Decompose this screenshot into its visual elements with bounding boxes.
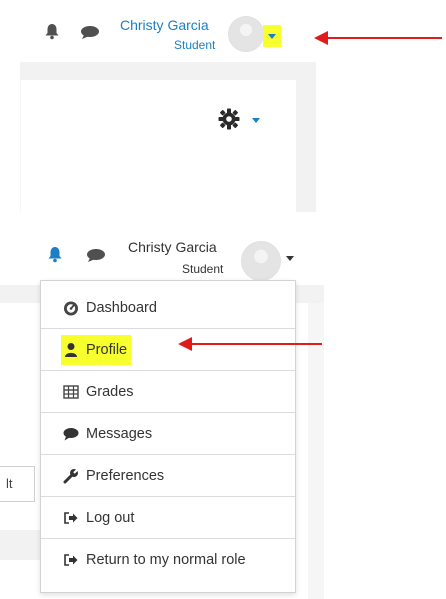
message-icon-2[interactable]	[86, 248, 106, 263]
sign-out-icon	[64, 511, 78, 524]
message-icon-3	[63, 427, 79, 440]
user-menu-toggle[interactable]	[263, 25, 281, 47]
menu-item-messages[interactable]: Messages	[41, 413, 295, 455]
content-left-border	[20, 80, 21, 212]
content-strip-3	[0, 530, 40, 560]
chevron-down-icon	[268, 34, 276, 39]
gear-chevron-down-icon[interactable]	[252, 118, 260, 123]
user-dropdown-menu: Dashboard Profile Grades Messages Prefer…	[40, 280, 296, 593]
profile-highlight: Profile	[61, 334, 132, 365]
content-strip-2-right	[294, 285, 324, 303]
content-right-border	[296, 80, 316, 212]
annotation-arrow-line-2	[190, 343, 322, 345]
bell-icon-2[interactable]	[47, 246, 63, 263]
menu-item-dashboard[interactable]: Dashboard	[41, 287, 295, 329]
user-icon	[65, 342, 77, 357]
wrench-icon	[63, 467, 79, 483]
menu-item-label: Return to my normal role	[86, 552, 246, 568]
dashboard-icon	[64, 301, 78, 315]
menu-item-grades[interactable]: Grades	[41, 371, 295, 413]
menu-item-label: Messages	[86, 425, 153, 442]
menu-item-label: Profile	[86, 341, 128, 358]
content-strip	[20, 62, 316, 80]
annotation-arrow-line	[326, 37, 442, 39]
partial-button[interactable]: lt	[0, 466, 35, 502]
annotation-arrowhead-icon-2	[178, 337, 192, 351]
avatar-2[interactable]	[241, 241, 281, 281]
message-icon[interactable]	[80, 25, 100, 40]
menu-item-profile[interactable]: Profile	[41, 329, 295, 371]
gear-icon[interactable]	[218, 108, 240, 130]
content-right-column	[308, 303, 324, 599]
avatar[interactable]	[228, 16, 264, 52]
chevron-down-icon-2[interactable]	[286, 256, 294, 261]
table-icon	[63, 384, 79, 399]
menu-item-label: Log out	[86, 509, 135, 526]
annotation-arrowhead-icon	[314, 31, 328, 45]
user-role-2: Student	[182, 262, 224, 276]
sign-out-icon-2	[64, 554, 78, 566]
bell-icon[interactable]	[44, 23, 60, 40]
content-strip-2	[0, 285, 40, 303]
menu-item-preferences[interactable]: Preferences	[41, 455, 295, 497]
user-name-2[interactable]: Christy Garcia	[128, 239, 217, 255]
user-role: Student	[174, 38, 216, 52]
menu-item-logout[interactable]: Log out	[41, 497, 295, 539]
menu-item-label: Preferences	[86, 467, 165, 484]
user-name[interactable]: Christy Garcia	[120, 17, 209, 33]
menu-item-label: Dashboard	[86, 299, 157, 316]
menu-item-label: Grades	[86, 383, 134, 400]
menu-item-return-normal-role[interactable]: Return to my normal role	[41, 539, 295, 581]
